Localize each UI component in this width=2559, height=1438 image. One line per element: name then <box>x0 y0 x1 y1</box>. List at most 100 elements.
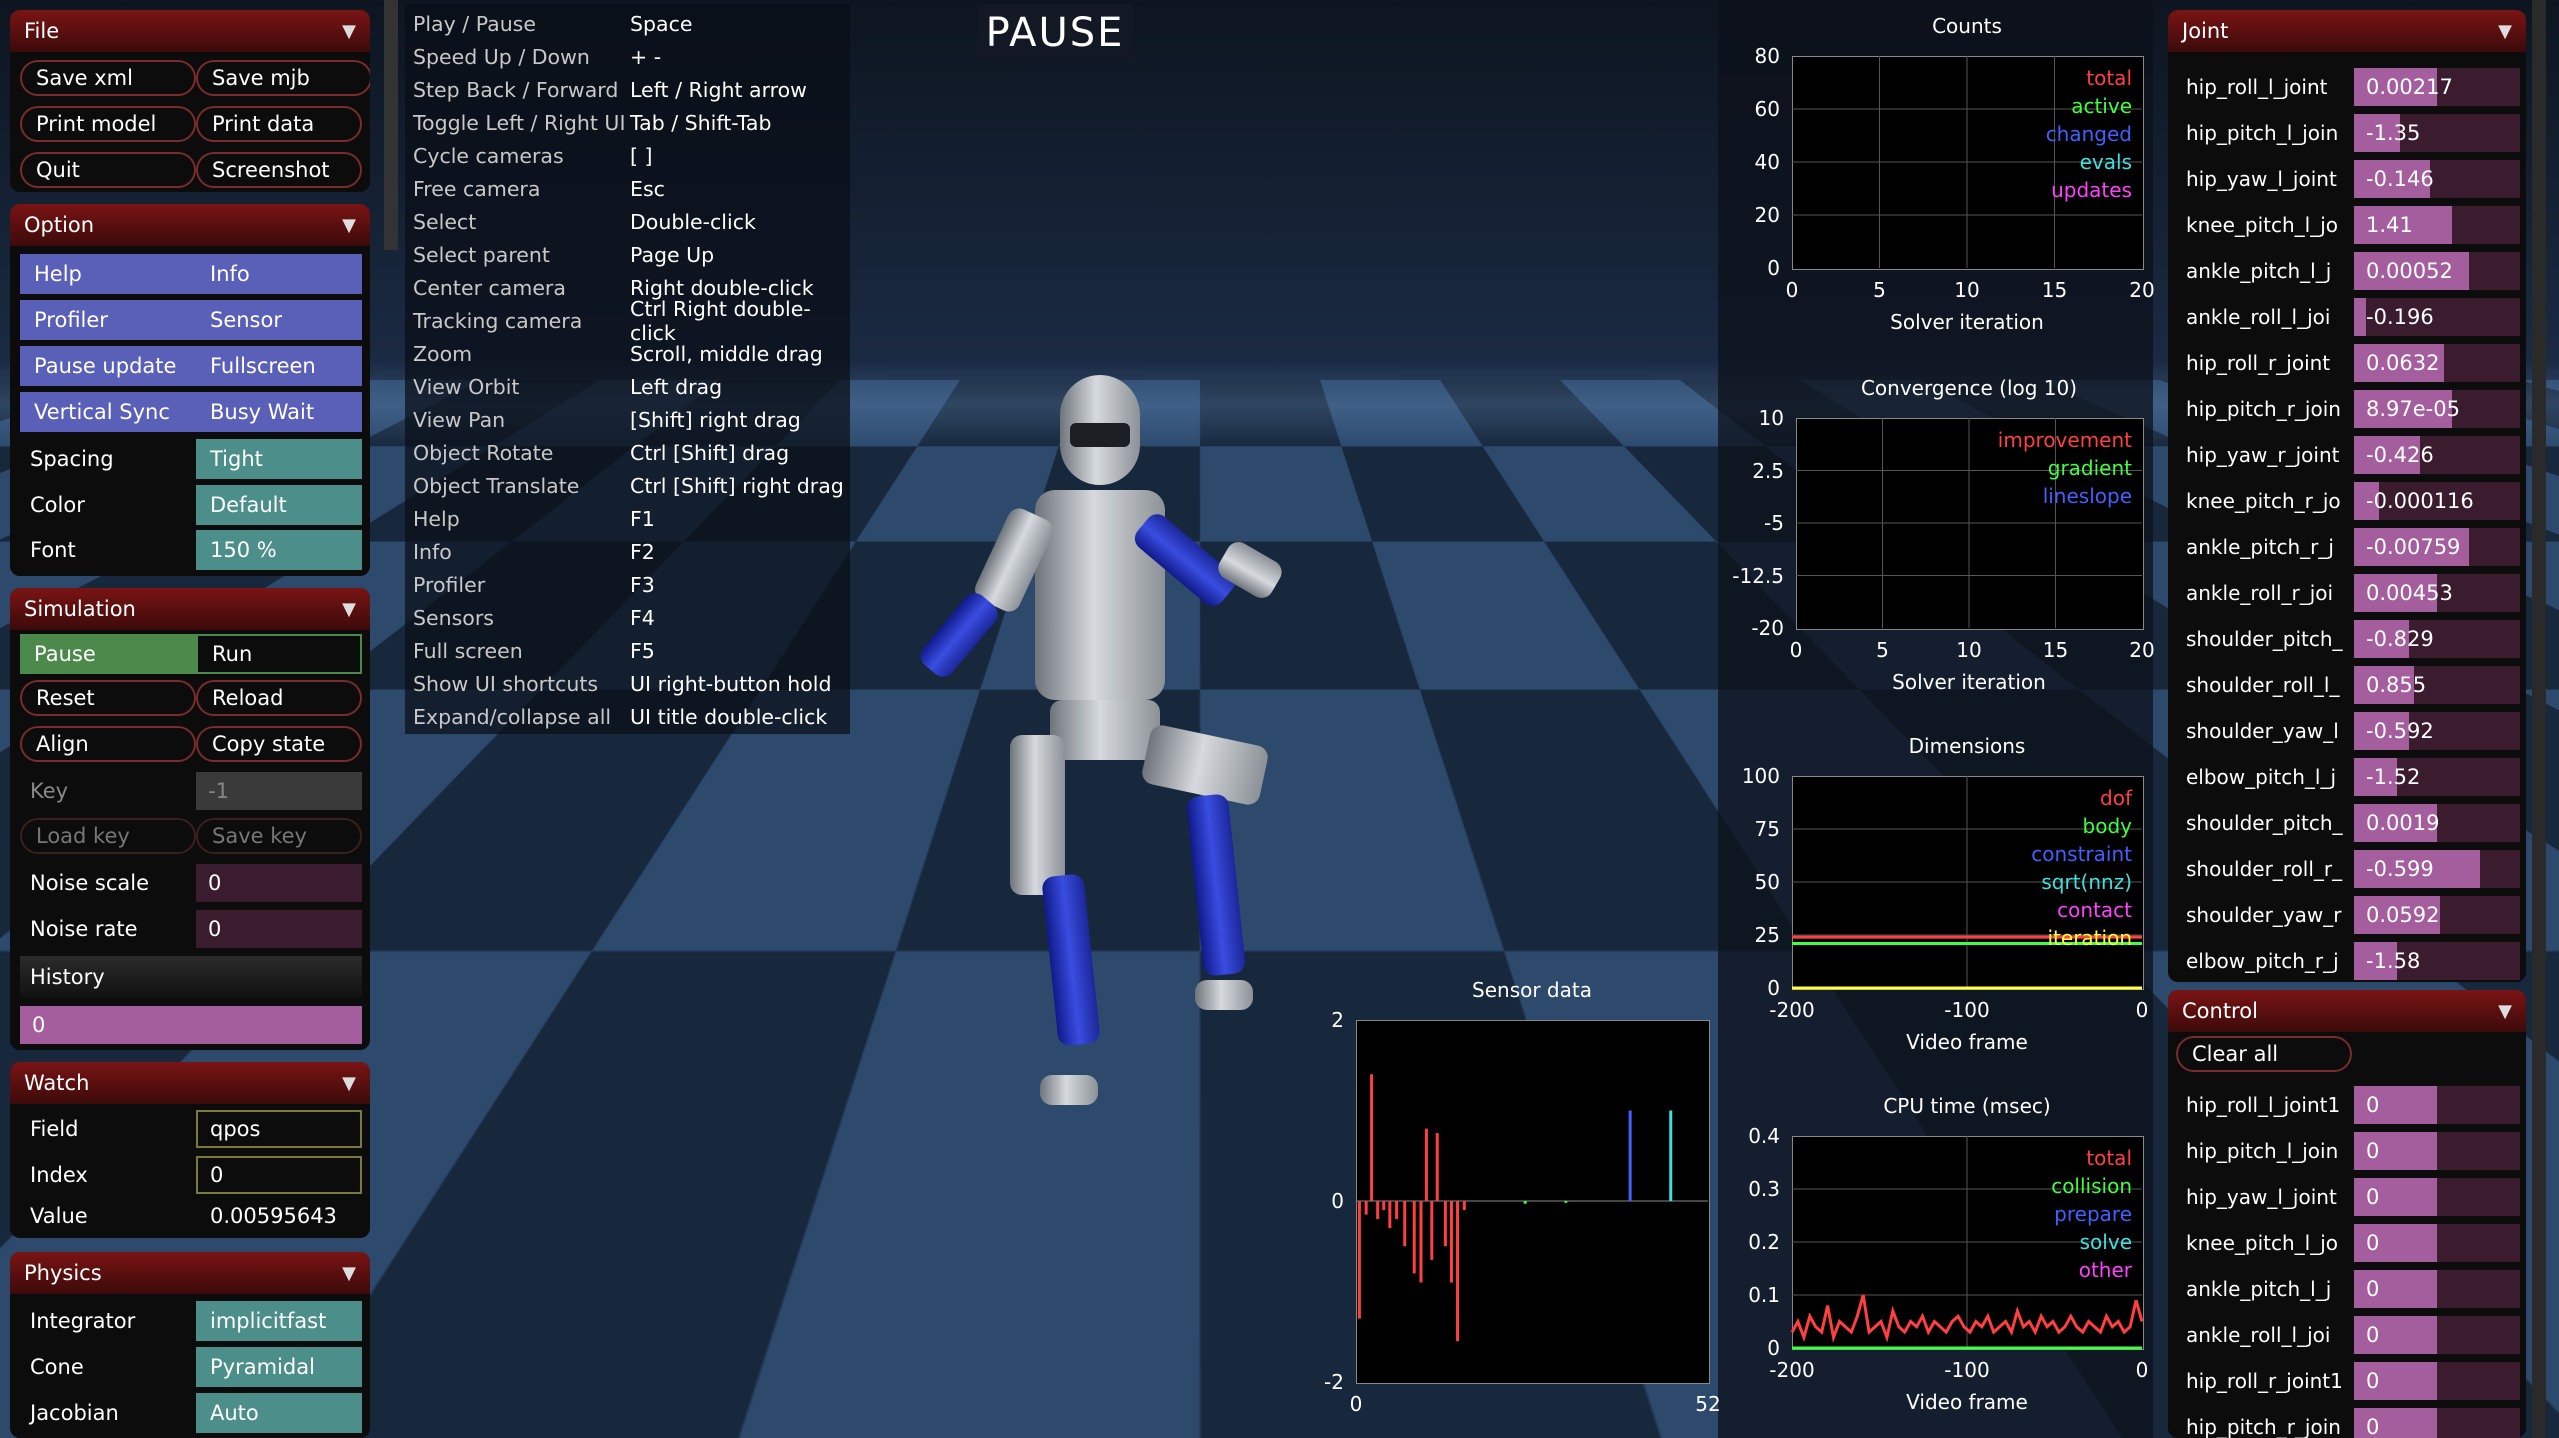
collapse-icon[interactable]: ▼ <box>342 215 356 236</box>
info-value: -15.0 -15.0 <box>505 1401 618 1434</box>
robot-thigh-left <box>1140 723 1270 807</box>
slider-value: -0.196 <box>2366 298 2434 336</box>
fullscreen-toggle[interactable]: Fullscreen <box>196 346 362 386</box>
control-panel-header[interactable]: Control ▼ <box>2168 990 2526 1032</box>
font-select[interactable]: 150 % <box>196 530 362 570</box>
save-mjb-button[interactable]: Save mjb <box>196 60 370 96</box>
panel-title: Joint <box>2182 19 2228 43</box>
humanoid-robot[interactable] <box>890 375 1330 1135</box>
joint-slider[interactable]: 0.855 <box>2354 666 2520 704</box>
joint-slider[interactable]: 1.41 <box>2354 206 2520 244</box>
save-xml-button[interactable]: Save xml <box>20 60 196 96</box>
joint-slider[interactable]: 0.0592 <box>2354 896 2520 934</box>
control-slider[interactable]: 0 <box>2354 1316 2520 1354</box>
integrator-select[interactable]: implicitfast <box>196 1301 362 1341</box>
control-slider[interactable]: 0 <box>2354 1270 2520 1308</box>
joint-slider[interactable]: -1.52 <box>2354 758 2520 796</box>
joint-slider[interactable]: 0.0019 <box>2354 804 2520 842</box>
x-tick-label: 10 <box>1939 638 1999 662</box>
joint-slider[interactable]: -0.196 <box>2354 298 2520 336</box>
pause-radio[interactable]: Pause <box>20 634 196 674</box>
collapse-icon[interactable]: ▼ <box>2498 21 2512 42</box>
joint-slider[interactable]: 0.00052 <box>2354 252 2520 290</box>
align-button[interactable]: Align <box>20 726 196 762</box>
joint-panel-header[interactable]: Joint ▼ <box>2168 10 2526 52</box>
noise-rate-slider[interactable]: 0 <box>196 910 362 948</box>
pause-update-toggle[interactable]: Pause update <box>20 346 196 386</box>
joint-slider[interactable]: 0.0632 <box>2354 344 2520 382</box>
control-slider[interactable]: 0 <box>2354 1224 2520 1262</box>
collapse-icon[interactable]: ▼ <box>342 1263 356 1284</box>
history-slider[interactable]: 0 <box>20 1006 362 1044</box>
joint-slider[interactable]: 0.00217 <box>2354 68 2520 106</box>
x-tick-label: 0 <box>2112 998 2172 1022</box>
control-slider[interactable]: 0 <box>2354 1362 2520 1400</box>
simulation-panel-header[interactable]: Simulation ▼ <box>10 588 370 630</box>
color-select[interactable]: Default <box>196 485 362 525</box>
screenshot-button[interactable]: Screenshot <box>196 152 362 188</box>
joint-name: ankle_roll_r_joi <box>2186 574 2333 612</box>
collapse-icon[interactable]: ▼ <box>342 1073 356 1094</box>
left-ui-scrollbar[interactable] <box>384 0 398 250</box>
joint-slider[interactable]: -1.35 <box>2354 114 2520 152</box>
copy-state-button[interactable]: Copy state <box>196 726 362 762</box>
clear-all-button[interactable]: Clear all <box>2176 1036 2352 1072</box>
spacing-select[interactable]: Tight <box>196 439 362 479</box>
chart-title: Dimensions <box>1792 734 2142 758</box>
info-toggle[interactable]: Info <box>196 254 362 294</box>
print-data-button[interactable]: Print data <box>196 106 362 142</box>
robot-visor <box>1070 423 1130 447</box>
busy-wait-toggle[interactable]: Busy Wait <box>196 392 362 432</box>
control-panel: Control ▼ Clear all hip_roll_l_joint1 0 hip… <box>2168 990 2526 1438</box>
joint-slider[interactable]: -0.426 <box>2354 436 2520 474</box>
collapse-icon[interactable]: ▼ <box>2498 1001 2512 1022</box>
jacobian-select[interactable]: Auto <box>196 1393 362 1433</box>
quit-button[interactable]: Quit <box>20 152 196 188</box>
joint-slider[interactable]: -0.829 <box>2354 620 2520 658</box>
joint-slider[interactable]: 0.00453 <box>2354 574 2520 612</box>
control-slider[interactable]: 0 <box>2354 1408 2520 1438</box>
vertical-sync-toggle[interactable]: Vertical Sync <box>20 392 196 432</box>
field-input[interactable]: qpos <box>196 1110 362 1148</box>
watch-panel-header[interactable]: Watch ▼ <box>10 1062 370 1104</box>
control-slider[interactable]: 0 <box>2354 1132 2520 1170</box>
joint-name: elbow_pitch_r_j <box>2186 942 2339 980</box>
joint-slider[interactable]: 8.97e-05 <box>2354 390 2520 428</box>
noise-scale-slider[interactable]: 0 <box>196 864 362 902</box>
index-input[interactable]: 0 <box>196 1156 362 1194</box>
reset-button[interactable]: Reset <box>20 680 196 716</box>
control-slider[interactable]: 0 <box>2354 1178 2520 1216</box>
joint-slider[interactable]: -0.599 <box>2354 850 2520 888</box>
collapse-icon[interactable]: ▼ <box>342 21 356 42</box>
key-slider[interactable]: -1 <box>196 772 362 810</box>
print-model-button[interactable]: Print model <box>20 106 196 142</box>
sensor-toggle[interactable]: Sensor <box>196 300 362 340</box>
file-panel-header[interactable]: File ▼ <box>10 10 370 52</box>
load-key-button[interactable]: Load key <box>20 818 196 854</box>
x-tick-label: 20 <box>2112 638 2172 662</box>
physics-panel: Physics ▼ Integrator implicitfast Cone Py… <box>10 1252 370 1438</box>
slider-value: 0 <box>2366 1362 2379 1400</box>
collapse-icon[interactable]: ▼ <box>342 599 356 620</box>
option-panel-header[interactable]: Option ▼ <box>10 204 370 246</box>
joint-slider[interactable]: -0.146 <box>2354 160 2520 198</box>
profiler-toggle[interactable]: Profiler <box>20 300 196 340</box>
run-radio[interactable]: Run <box>196 634 362 674</box>
plot-area <box>1356 1020 1710 1384</box>
joint-slider[interactable]: -0.00759 <box>2354 528 2520 566</box>
joint-slider[interactable]: -0.000116 <box>2354 482 2520 520</box>
reload-button[interactable]: Reload <box>196 680 362 716</box>
info-label: FwdInv <box>413 1401 486 1434</box>
slider-value: 0.00217 <box>2366 68 2453 106</box>
physics-panel-header[interactable]: Physics ▼ <box>10 1252 370 1294</box>
control-name: hip_yaw_l_joint <box>2186 1178 2337 1216</box>
cone-select[interactable]: Pyramidal <box>196 1347 362 1387</box>
help-toggle[interactable]: Help <box>20 254 196 294</box>
save-key-button[interactable]: Save key <box>196 818 362 854</box>
right-ui-scrollbar[interactable] <box>2532 0 2546 1438</box>
legend-entry: changed <box>1932 122 2132 146</box>
joint-slider[interactable]: -1.58 <box>2354 942 2520 980</box>
control-slider[interactable]: 0 <box>2354 1086 2520 1124</box>
joint-slider[interactable]: -0.592 <box>2354 712 2520 750</box>
y-tick-label: 0.4 <box>1702 1124 1780 1148</box>
